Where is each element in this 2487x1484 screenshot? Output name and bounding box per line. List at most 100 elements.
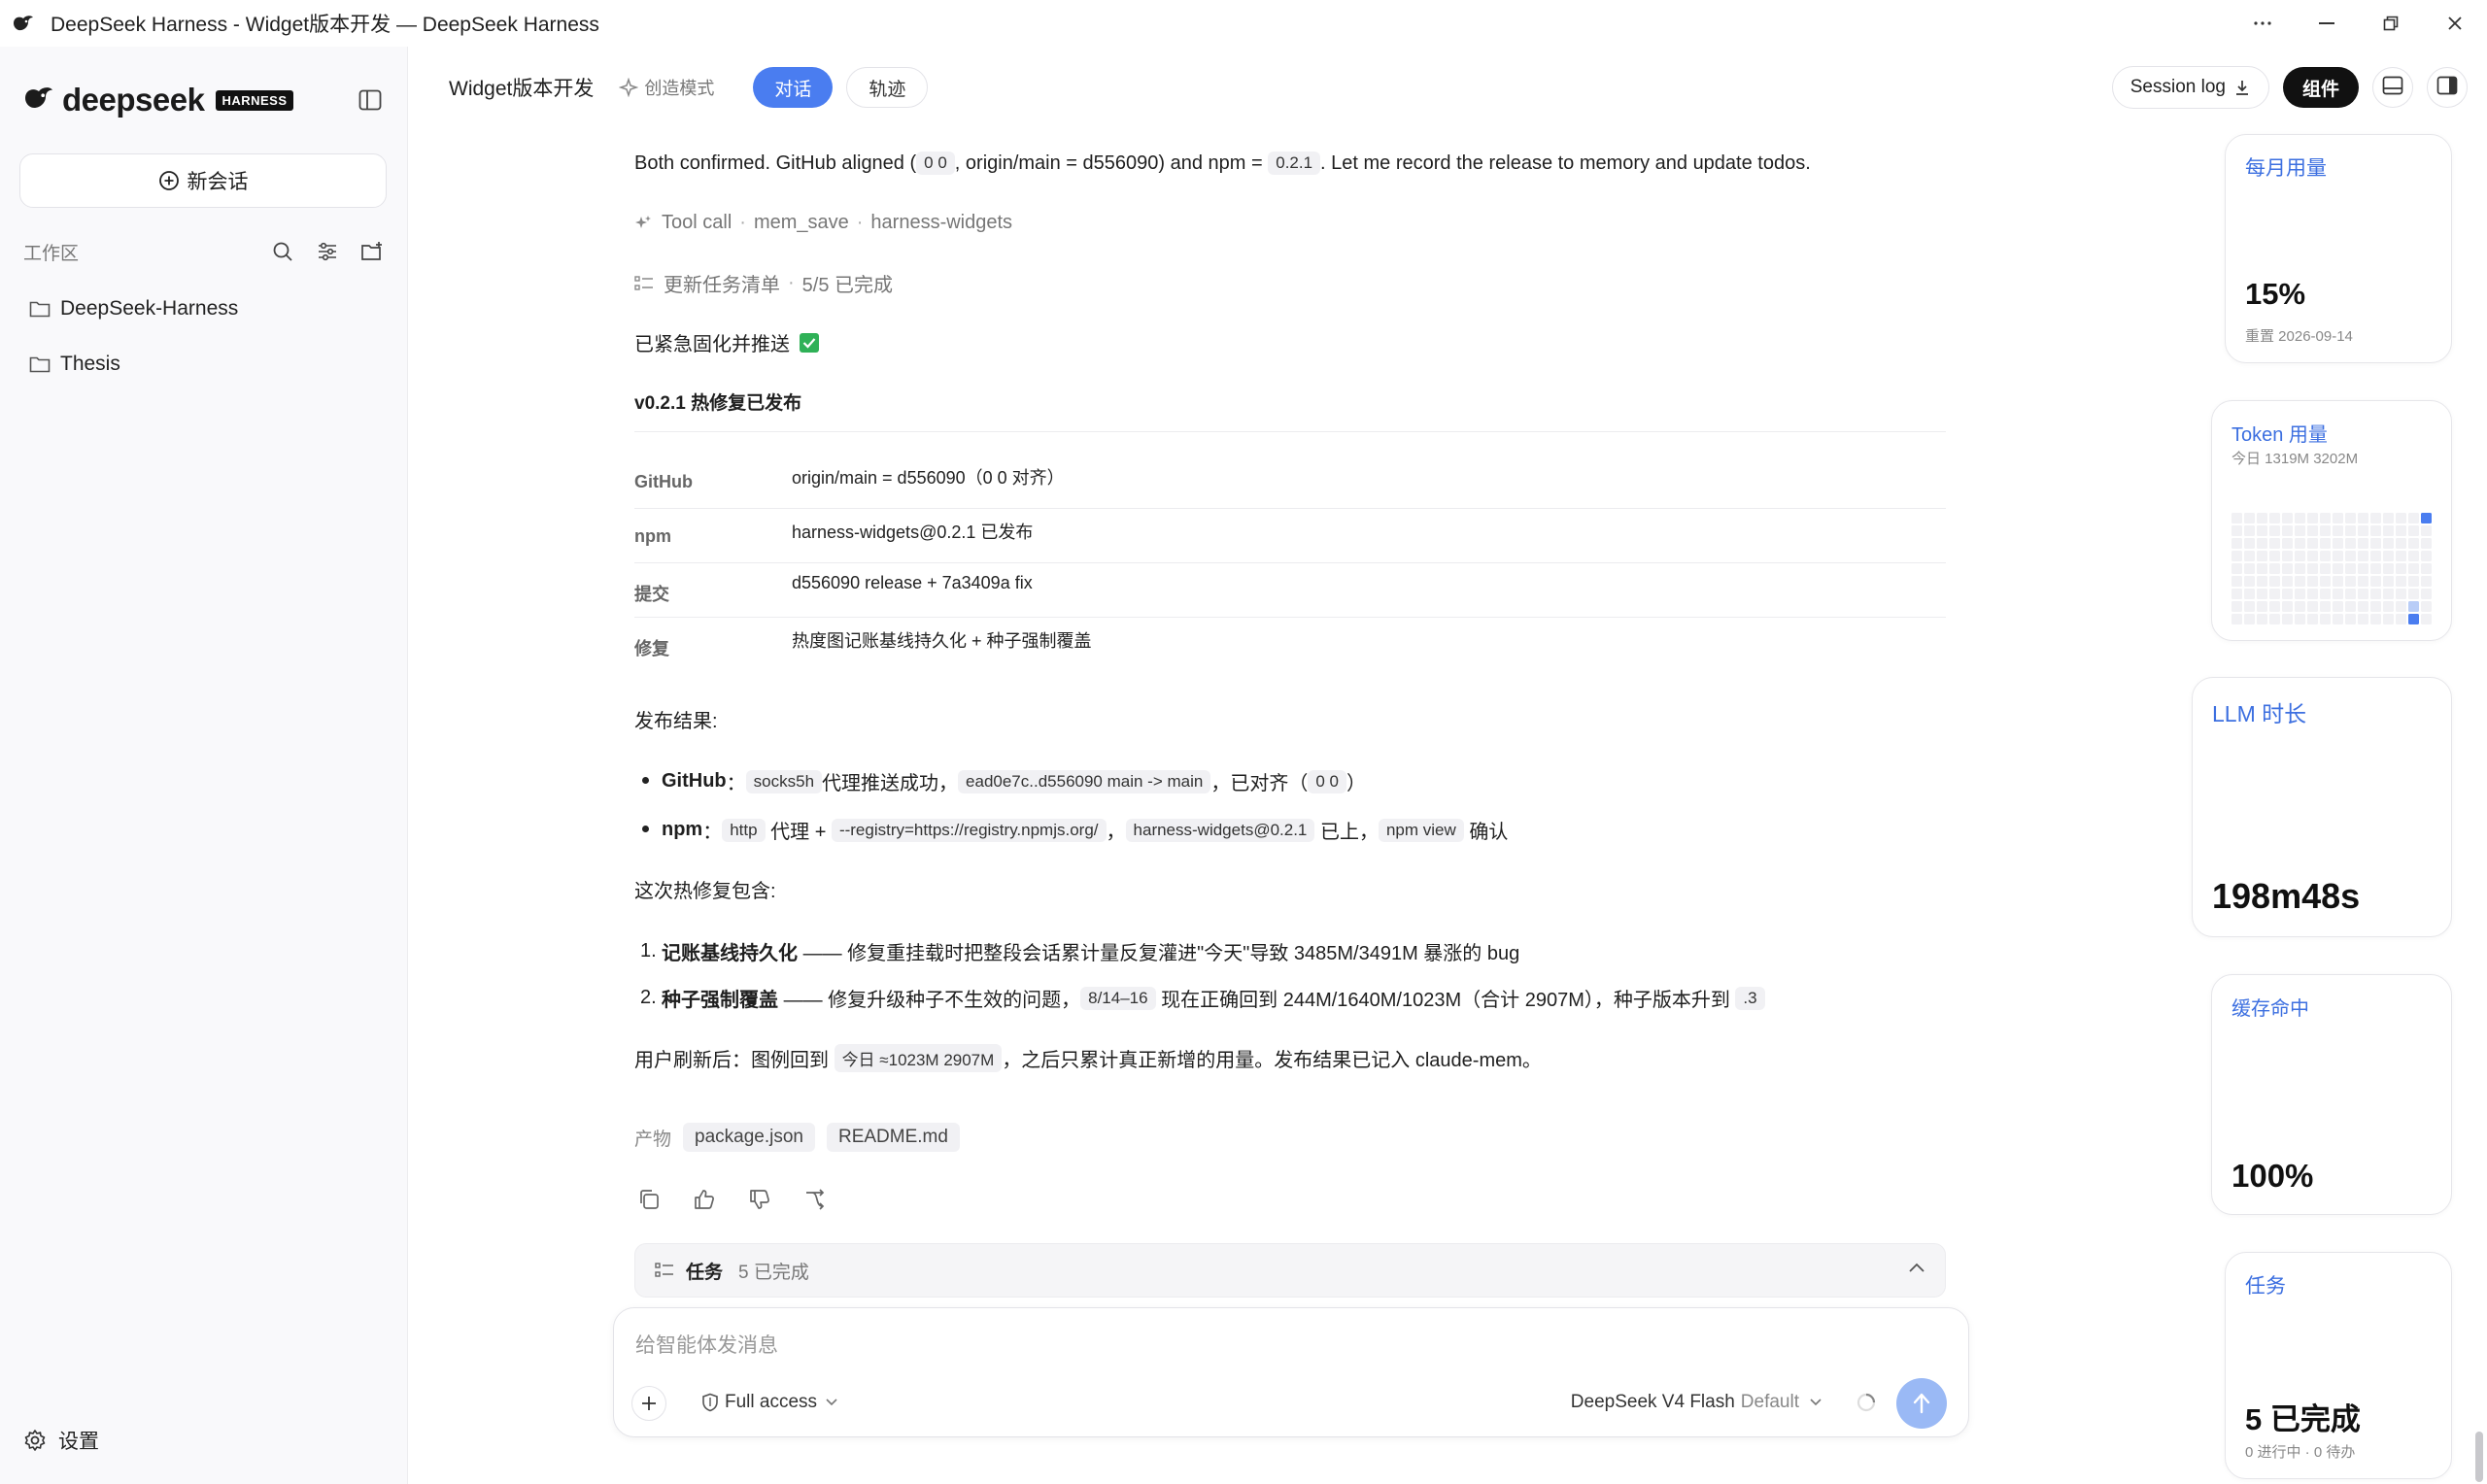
heatmap-cell bbox=[2370, 589, 2381, 599]
heatmap-cell bbox=[2269, 551, 2280, 561]
heatmap-cell bbox=[2320, 538, 2331, 549]
intro-text: Both confirmed. GitHub aligned ( bbox=[634, 152, 917, 174]
restore-icon[interactable] bbox=[2359, 0, 2423, 47]
window-title: DeepSeek Harness - Widget版本开发 — DeepSeek… bbox=[51, 14, 599, 36]
heatmap-cell bbox=[2396, 525, 2406, 536]
new-folder-icon[interactable] bbox=[356, 236, 389, 267]
chevron-up-icon[interactable] bbox=[1908, 1262, 1925, 1273]
message-input[interactable]: 给智能体发消息 bbox=[635, 1330, 778, 1359]
heatmap-cell bbox=[2333, 538, 2343, 549]
heatmap-cell bbox=[2307, 601, 2318, 612]
heatmap-cell bbox=[2370, 601, 2381, 612]
heatmap-cell bbox=[2383, 576, 2394, 587]
tab-chat[interactable]: 对话 bbox=[753, 67, 834, 108]
widget-tasks[interactable]: 任务 5 已完成 0 进行中 · 0 待办 bbox=[2225, 1252, 2452, 1479]
heatmap-cell bbox=[2295, 525, 2305, 536]
send-button[interactable] bbox=[1896, 1378, 1947, 1429]
bullet-text: ，已对齐（ bbox=[1210, 773, 1309, 794]
artifact-chip[interactable]: package.json bbox=[683, 1123, 815, 1152]
heatmap-cell bbox=[2421, 576, 2432, 587]
heatmap-cell bbox=[2345, 525, 2356, 536]
widget-monthly-usage[interactable]: 每月用量 15% 重置 2026-09-14 bbox=[2225, 134, 2452, 363]
pushed-text: 已紧急固化并推送 bbox=[634, 334, 790, 355]
heatmap-cell bbox=[2345, 614, 2356, 624]
folder-label: Thesis bbox=[60, 353, 120, 375]
heatmap-cell bbox=[2396, 614, 2406, 624]
more-options-icon[interactable] bbox=[2231, 0, 2295, 47]
branch-fork-icon[interactable] bbox=[801, 1185, 830, 1214]
tab-trajectory[interactable]: 轨迹 bbox=[846, 67, 929, 108]
heatmap-cell bbox=[2257, 538, 2267, 549]
attach-button[interactable] bbox=[631, 1386, 666, 1421]
deepseek-whale-icon bbox=[21, 84, 56, 117]
thumbs-down-icon[interactable] bbox=[745, 1185, 774, 1214]
intro-text: . Let me record the release to memory an… bbox=[1320, 152, 1811, 174]
bullet-text: ， bbox=[1106, 822, 1126, 843]
heatmap-cell bbox=[2282, 576, 2293, 587]
inline-code: ead0e7c..d556090 main -> main bbox=[958, 769, 1211, 793]
thumbs-up-icon[interactable] bbox=[690, 1185, 719, 1214]
access-level-selector[interactable]: Full access bbox=[701, 1392, 838, 1413]
hotfix-title: 记账基线持久化 bbox=[662, 943, 798, 964]
heatmap-cell bbox=[2370, 563, 2381, 574]
heatmap-cell bbox=[2408, 601, 2419, 612]
release-row-github: GitHub origin/main = d556090（0 0 对齐） bbox=[634, 455, 1946, 509]
heatmap-cell bbox=[2257, 513, 2267, 523]
token-usage-heatmap bbox=[2231, 513, 2432, 624]
components-button[interactable]: 组件 bbox=[2282, 67, 2359, 108]
right-panel-button[interactable] bbox=[2427, 67, 2468, 108]
heatmap-cell bbox=[2333, 513, 2343, 523]
checklist-icon bbox=[634, 275, 654, 292]
result-npm-item: npm： http 代理 + --registry=https://regist… bbox=[642, 816, 1508, 844]
model-selector[interactable]: DeepSeek V4 Flash Default bbox=[1571, 1392, 1823, 1413]
widget-title: 缓存命中 bbox=[2231, 998, 2309, 1020]
sparkle-tool-icon bbox=[634, 215, 652, 232]
sidebar-toggle-button[interactable] bbox=[354, 85, 387, 118]
session-log-label: Session log bbox=[2129, 77, 2226, 97]
widget-cache-hit[interactable]: 缓存命中 100% bbox=[2211, 974, 2452, 1215]
heatmap-cell bbox=[2244, 563, 2255, 574]
paragraph-text: 用户刷新后：图例回到 bbox=[634, 1050, 829, 1071]
copy-icon[interactable] bbox=[634, 1185, 664, 1214]
heatmap-cell bbox=[2396, 576, 2406, 587]
heatmap-cell bbox=[2231, 601, 2242, 612]
todo-update-label: 更新任务清单 bbox=[664, 275, 780, 296]
heatmap-cell bbox=[2345, 563, 2356, 574]
bottom-panel-icon bbox=[2382, 76, 2403, 100]
filter-sliders-icon[interactable] bbox=[311, 236, 344, 267]
chevron-down-icon bbox=[825, 1398, 838, 1407]
widget-llm-duration[interactable]: LLM 时长 198m48s bbox=[2192, 677, 2452, 937]
bottom-panel-button[interactable] bbox=[2372, 67, 2413, 108]
result-heading: 发布结果: bbox=[634, 711, 718, 732]
new-chat-button[interactable]: 新会话 bbox=[19, 153, 387, 208]
release-value: d556090 release + 7a3409a fix bbox=[792, 573, 1033, 592]
sidebar: deepseek HARNESS 新会话 工作区 DeepSeek-Harnes… bbox=[0, 47, 408, 1484]
plus-circle-icon bbox=[158, 170, 180, 191]
heatmap-cell bbox=[2320, 525, 2331, 536]
workspace-label: 工作区 bbox=[23, 243, 80, 264]
mode-indicator[interactable]: 创造模式 bbox=[619, 75, 714, 100]
heatmap-cell bbox=[2282, 589, 2293, 599]
hotfix-item-1: 1. 记账基线持久化 —— 修复重挂载时把整段会话累计量反复灌进"今天"导致 3… bbox=[640, 937, 1519, 965]
sidebar-item-deepseek-harness[interactable]: DeepSeek-Harness bbox=[29, 291, 238, 326]
heatmap-cell bbox=[2333, 589, 2343, 599]
heatmap-cell bbox=[2282, 551, 2293, 561]
heatmap-cell bbox=[2383, 601, 2394, 612]
session-log-button[interactable]: Session log bbox=[2111, 66, 2269, 109]
close-icon[interactable] bbox=[2423, 0, 2487, 47]
widget-token-usage[interactable]: Token 用量 今日 1319M 3202M bbox=[2211, 400, 2452, 641]
tool-call-row[interactable]: Tool call · mem_save · harness-widgets bbox=[634, 212, 1012, 234]
search-icon[interactable] bbox=[266, 236, 299, 267]
todo-update-row[interactable]: 更新任务清单 · 5/5 已完成 bbox=[634, 269, 893, 297]
settings-button[interactable]: 设置 bbox=[23, 1426, 99, 1455]
sidebar-item-thesis[interactable]: Thesis bbox=[29, 347, 120, 382]
scrollbar-thumb[interactable] bbox=[2475, 1432, 2483, 1482]
message-composer: 给智能体发消息 Full access DeepSeek V4 Flash De… bbox=[613, 1307, 1969, 1437]
widget-value: 198m48s bbox=[2212, 876, 2361, 916]
inline-code: 8/14–16 bbox=[1080, 986, 1156, 1010]
artifact-chip[interactable]: README.md bbox=[826, 1123, 960, 1152]
heatmap-cell bbox=[2320, 589, 2331, 599]
task-summary-bar[interactable]: 任务 5 已完成 bbox=[634, 1243, 1946, 1298]
minimize-icon[interactable] bbox=[2295, 0, 2359, 47]
heatmap-cell bbox=[2345, 576, 2356, 587]
